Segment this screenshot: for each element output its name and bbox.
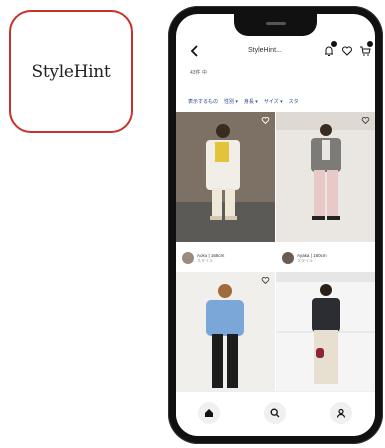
back-arrow-icon[interactable]: [190, 45, 200, 57]
filter-bar: 表示するもの 性別 ▾ 身長 ▾ サイズ ▾ スタ: [176, 94, 375, 108]
style-photo[interactable]: [276, 112, 375, 242]
home-icon: [205, 409, 213, 417]
style-photo[interactable]: [176, 272, 275, 400]
creator-sub: スタイル: [297, 257, 313, 263]
filter-label: 身長 ▾: [243, 98, 258, 105]
favorite-heart-icon[interactable]: [361, 116, 370, 125]
phone-frame: StyleHint... 43件 中 表示するもの 性別 ▾ 身長 ▾ サイズ …: [168, 6, 383, 444]
cart-icon[interactable]: [359, 41, 373, 56]
filter-chip[interactable]: 性別 ▾: [224, 94, 238, 108]
phone-screen: StyleHint... 43件 中 表示するもの 性別 ▾ 身長 ▾ サイズ …: [176, 14, 375, 436]
filter-label: サイズ ▾: [263, 98, 283, 105]
result-count: 43件 中: [190, 70, 207, 76]
filter-chip[interactable]: サイズ ▾: [264, 94, 283, 108]
bell-icon[interactable]: [323, 41, 337, 56]
style-grid: Aoko | 165cm スタイル Ayaka | 160cm スタイル: [176, 112, 375, 400]
nav-home-button[interactable]: [198, 402, 220, 424]
avatar: [182, 252, 194, 264]
speaker: [266, 22, 286, 25]
stylehint-app-icon[interactable]: StyleHint: [9, 10, 133, 133]
filter-chip[interactable]: スタ: [289, 94, 299, 108]
filter-label: スタ: [288, 98, 299, 105]
bottom-navigation: [176, 391, 375, 436]
filter-chip[interactable]: 表示するもの: [188, 94, 218, 108]
favorite-heart-icon[interactable]: [261, 116, 270, 125]
outfit-illustration: [176, 272, 275, 400]
outfit-illustration: [276, 272, 375, 400]
filter-label: 表示するもの: [188, 98, 219, 105]
nav-search-button[interactable]: [264, 402, 286, 424]
app-logo-text: StyleHint: [31, 61, 111, 82]
style-photo[interactable]: [176, 112, 275, 242]
notification-badge: [331, 41, 337, 47]
style-photo[interactable]: [276, 272, 375, 400]
page-title: StyleHint...: [248, 47, 282, 54]
heart-icon[interactable]: [341, 44, 353, 56]
outfit-illustration: [276, 112, 375, 242]
app-header: StyleHint...: [176, 41, 375, 62]
header-actions: [323, 41, 373, 56]
creator-info[interactable]: Ayaka | 160cm スタイル: [282, 252, 327, 264]
search-icon: [270, 408, 280, 418]
outfit-illustration: [176, 112, 275, 242]
filter-chip[interactable]: 身長 ▾: [244, 94, 258, 108]
creator-sub: スタイル: [197, 257, 213, 263]
avatar: [282, 252, 294, 264]
phone-notch: [234, 14, 317, 36]
cart-badge: [367, 41, 373, 47]
favorite-heart-icon[interactable]: [261, 276, 270, 285]
nav-account-button[interactable]: [330, 402, 352, 424]
account-icon: [336, 408, 346, 418]
filter-label: 性別 ▾: [224, 98, 238, 105]
creator-info[interactable]: Aoko | 165cm スタイル: [182, 252, 224, 264]
